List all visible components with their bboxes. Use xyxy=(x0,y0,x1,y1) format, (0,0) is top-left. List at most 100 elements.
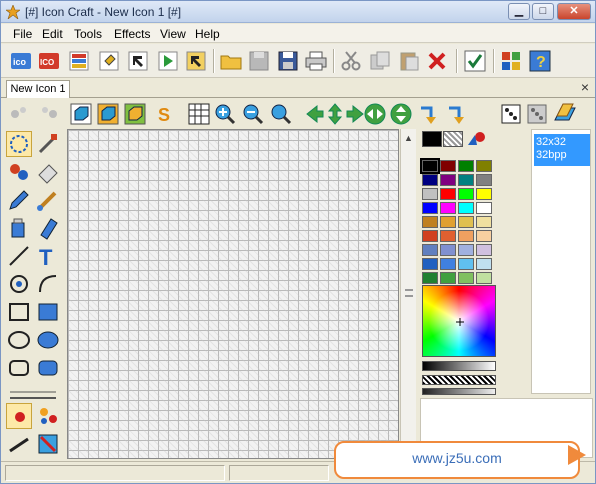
color-swatch[interactable] xyxy=(458,258,474,270)
menu-effects[interactable]: Effects xyxy=(114,27,150,41)
color-swatch[interactable] xyxy=(440,160,456,172)
cube-orange-icon[interactable] xyxy=(96,102,120,126)
zoom-out-icon[interactable] xyxy=(241,102,265,126)
color-swatch[interactable] xyxy=(458,160,474,172)
copy-icon[interactable] xyxy=(368,49,392,73)
rounded-rect-filled-tool-icon[interactable] xyxy=(35,355,61,381)
rounded-rect-outline-tool-icon[interactable] xyxy=(6,355,32,381)
color-options-icon[interactable] xyxy=(465,131,485,147)
zoom-fit-icon[interactable] xyxy=(269,102,293,126)
menu-edit[interactable]: Edit xyxy=(42,27,63,41)
color-swatch[interactable] xyxy=(422,272,438,284)
selection-tool-icon[interactable] xyxy=(6,131,32,157)
paste-icon[interactable] xyxy=(397,49,421,73)
menu-tools[interactable]: Tools xyxy=(74,27,102,41)
splitter-grip-icon[interactable] xyxy=(405,289,413,297)
undo-icon[interactable] xyxy=(9,102,33,126)
color-swatch[interactable] xyxy=(458,216,474,228)
menu-help[interactable]: Help xyxy=(195,27,220,41)
menu-view[interactable]: View xyxy=(160,27,186,41)
text-tool-icon[interactable]: T xyxy=(35,243,61,270)
color-swatch[interactable] xyxy=(476,202,492,214)
color-swatch[interactable] xyxy=(422,216,438,228)
redo-icon[interactable] xyxy=(35,102,59,126)
windows-icon[interactable] xyxy=(499,49,523,73)
print-icon[interactable] xyxy=(304,49,328,73)
color-swatch[interactable] xyxy=(458,188,474,200)
grid-icon[interactable] xyxy=(187,102,211,126)
color-swatch[interactable] xyxy=(458,230,474,242)
color-swatch[interactable] xyxy=(476,230,492,242)
color-swatch[interactable] xyxy=(440,188,456,200)
format-32x32-32bpp[interactable]: 32x32 32bpp xyxy=(534,134,590,166)
color-replace-tool-icon[interactable] xyxy=(6,159,32,185)
color-swatch[interactable] xyxy=(422,174,438,186)
rotate-up-icon[interactable] xyxy=(445,102,469,126)
help-icon[interactable]: ? xyxy=(528,49,552,73)
layers-icon[interactable] xyxy=(67,49,91,73)
ellipse-arc-tool-icon[interactable] xyxy=(6,271,32,297)
color-swatch[interactable] xyxy=(422,202,438,214)
color-swatch[interactable] xyxy=(458,202,474,214)
save-disabled-icon[interactable] xyxy=(247,49,271,73)
marker-tool-icon[interactable] xyxy=(35,215,61,241)
color-swatch[interactable] xyxy=(476,272,492,284)
rectangle-outline-tool-icon[interactable] xyxy=(6,299,32,325)
color-swatch[interactable] xyxy=(458,272,474,284)
color-swatch[interactable] xyxy=(440,244,456,256)
line-tool-2-icon[interactable] xyxy=(6,431,32,457)
maximize-button[interactable]: □ xyxy=(532,3,554,20)
color-swatch[interactable] xyxy=(476,216,492,228)
brightness-bar[interactable] xyxy=(422,388,496,395)
color-swatch[interactable] xyxy=(476,244,492,256)
new-ico2-icon[interactable]: ICO xyxy=(37,49,61,73)
color-swatch[interactable] xyxy=(422,258,438,270)
color-swatch[interactable] xyxy=(422,230,438,242)
eraser-tool-icon[interactable] xyxy=(35,159,61,185)
color-swatch[interactable] xyxy=(476,258,492,270)
color-swatch[interactable] xyxy=(422,188,438,200)
delete-icon[interactable] xyxy=(425,49,449,73)
color-swatch[interactable] xyxy=(420,158,440,174)
primary-color-swatch[interactable] xyxy=(422,131,442,147)
close-button[interactable]: ✕ xyxy=(557,3,591,20)
flip-horizontal-icon[interactable] xyxy=(363,102,387,126)
color-swatch[interactable] xyxy=(476,188,492,200)
cube-green-icon[interactable] xyxy=(123,102,147,126)
rectangle-filled-tool-icon[interactable] xyxy=(35,299,61,325)
color-swatch[interactable] xyxy=(476,160,492,172)
grayscale-bar[interactable] xyxy=(422,361,496,371)
fill-bucket-tool-icon[interactable] xyxy=(6,215,32,241)
menu-file[interactable]: File xyxy=(13,27,32,41)
color-swatch[interactable] xyxy=(422,244,438,256)
pixel-grid[interactable] xyxy=(68,130,398,458)
cube-blue-icon[interactable] xyxy=(69,102,93,126)
color-swatch[interactable] xyxy=(440,174,456,186)
color-swatch[interactable] xyxy=(440,230,456,242)
dot-tool-icon[interactable] xyxy=(6,403,32,429)
minimize-button[interactable]: ▁ xyxy=(508,3,530,20)
dice-gray-icon[interactable] xyxy=(525,102,549,126)
color-swatch[interactable] xyxy=(440,202,456,214)
pencil-tool-icon[interactable] xyxy=(6,187,32,213)
color-swatch[interactable] xyxy=(476,174,492,186)
frame-icon[interactable] xyxy=(184,49,208,73)
canvas-scrollbar[interactable]: ▲ xyxy=(400,129,416,459)
plane-icon[interactable] xyxy=(553,102,577,126)
play-icon[interactable] xyxy=(156,49,180,73)
tab-new-icon-1[interactable]: New Icon 1 xyxy=(6,80,70,98)
select-icon[interactable] xyxy=(97,49,121,73)
curve-tool-icon[interactable] xyxy=(35,271,61,297)
save-icon[interactable] xyxy=(276,49,300,73)
arrow-icon[interactable] xyxy=(126,49,150,73)
color-swatch[interactable] xyxy=(440,272,456,284)
checkmark-icon[interactable] xyxy=(463,49,487,73)
pattern-bar[interactable] xyxy=(422,375,496,385)
rotate-down-icon[interactable] xyxy=(417,102,441,126)
close-tab-icon[interactable]: × xyxy=(581,79,589,95)
eyedropper-tool-icon[interactable] xyxy=(35,131,61,157)
cut-icon[interactable] xyxy=(339,49,363,73)
zoom-in-icon[interactable] xyxy=(213,102,237,126)
color-swatch[interactable] xyxy=(458,244,474,256)
open-folder-icon[interactable] xyxy=(219,49,243,73)
